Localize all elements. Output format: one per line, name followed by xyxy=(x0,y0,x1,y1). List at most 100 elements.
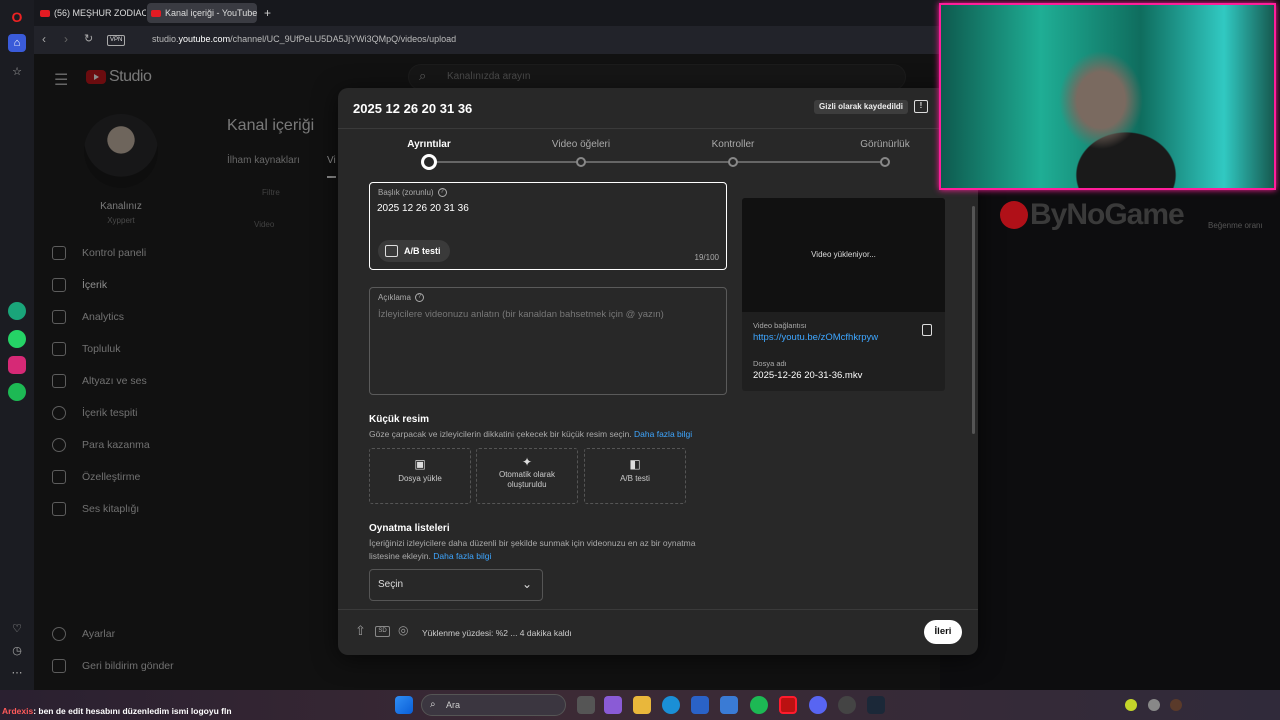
upload-status: Yüklenme yüzdesi: %2 ... 4 dakika kaldı xyxy=(422,628,572,638)
home-icon[interactable]: ⌂ xyxy=(8,34,26,52)
ab-test-button[interactable]: A/B testi xyxy=(378,240,450,262)
tray-icon[interactable] xyxy=(1125,699,1137,711)
title-field-label: Başlık (zorunlu) ? xyxy=(378,188,447,197)
playlists-desc-line2: listesine ekleyin. xyxy=(369,551,431,561)
task-view-icon[interactable] xyxy=(577,696,595,714)
windows-start-icon[interactable] xyxy=(395,696,413,714)
thumbnail-learn-more-link[interactable]: Daha fazla bilgi xyxy=(634,429,692,439)
bynogame-watermark: ByNoGame xyxy=(1000,198,1185,232)
mail-icon[interactable] xyxy=(720,696,738,714)
webcam-overlay xyxy=(939,3,1276,190)
playlists-desc-line1: İçeriğinizi izleyicilere daha düzenli bi… xyxy=(369,538,696,548)
taskbar-search[interactable]: ⌕ Ara xyxy=(421,694,566,716)
upload-dialog: 2025 12 26 20 31 36 Gizli olarak kaydedi… xyxy=(338,88,978,655)
chat-username: Ardexis xyxy=(2,706,34,716)
tray-icon[interactable] xyxy=(1148,699,1160,711)
check-circle-icon: ◎ xyxy=(398,623,409,637)
address-bar: ‹ › ↻ VPN studio.youtube.com/channel/UC_… xyxy=(34,26,940,54)
step-details[interactable]: Ayrıntılar xyxy=(407,139,451,150)
step-visibility[interactable]: Görünürlük xyxy=(860,139,909,150)
playlist-select-value: Seçin xyxy=(378,579,404,590)
title-input[interactable]: 2025 12 26 20 31 36 xyxy=(377,203,469,214)
file-name-label: Dosya adı xyxy=(753,359,787,368)
saved-status-badge: Gizli olarak kaydedildi xyxy=(814,100,909,114)
brand-text: ByNoGame xyxy=(1030,198,1185,231)
step-video-elements[interactable]: Video öğeleri xyxy=(552,139,610,150)
opera-icon[interactable] xyxy=(779,696,797,714)
url-field[interactable]: studio.youtube.com/channel/UC_9UfPeLU5DA… xyxy=(152,34,456,44)
store-icon[interactable] xyxy=(691,696,709,714)
step-dot-video-elements[interactable] xyxy=(576,157,586,167)
thumbnail-ab-option[interactable]: ◧ A/B testi xyxy=(584,448,686,504)
thumbnail-upload-option[interactable]: ▣ Dosya yükle xyxy=(369,448,471,504)
bynogame-logo-icon xyxy=(1000,201,1028,229)
title-char-counter: 19/100 xyxy=(694,253,719,262)
playlists-section-title: Oynatma listeleri xyxy=(369,523,450,534)
forward-icon[interactable]: › xyxy=(64,32,68,46)
tab-label: (56) MEŞHUR ZODIAC VA xyxy=(54,8,146,18)
description-placeholder: İzleyicilere videonuzu anlatın (bir kana… xyxy=(378,309,664,320)
thumbnail-auto-option[interactable]: ✦ Otomatik olarak oluşturuldu xyxy=(476,448,578,504)
dialog-scrollbar[interactable] xyxy=(972,206,975,434)
edge-icon[interactable] xyxy=(662,696,680,714)
chat-text: : ben de edit hesabını düzenledim ismi l… xyxy=(33,706,232,716)
feedback-icon[interactable]: ! xyxy=(914,100,928,113)
dialog-footer: ⇧ SD ◎ Yüklenme yüzdesi: %2 ... 4 dakika… xyxy=(338,610,978,655)
header-divider xyxy=(338,128,978,129)
tab-kanal-icerigi[interactable]: Kanal içeriği - YouTube St xyxy=(147,3,257,23)
instagram-icon[interactable] xyxy=(8,356,26,374)
ab-test-icon: ◧ xyxy=(629,457,641,471)
next-button[interactable]: İleri xyxy=(924,620,962,644)
whatsapp-icon[interactable] xyxy=(8,330,26,348)
opera-logo-icon[interactable]: O xyxy=(8,8,26,26)
widgets-icon[interactable] xyxy=(604,696,622,714)
playlist-select[interactable]: Seçin ⌄ xyxy=(369,569,543,601)
file-name: 2025-12-26 20-31-36.mkv xyxy=(753,370,863,381)
upload-stepper: Ayrıntılar Video öğeleri Kontroller Görü… xyxy=(338,136,978,176)
title-label-text: Başlık (zorunlu) xyxy=(378,188,434,197)
obs-icon[interactable] xyxy=(838,696,856,714)
heart-icon[interactable]: ♡ xyxy=(8,619,26,637)
star-icon[interactable]: ☆ xyxy=(8,62,26,80)
image-upload-icon: ▣ xyxy=(414,457,426,471)
back-icon[interactable]: ‹ xyxy=(42,32,46,46)
tray-icon[interactable] xyxy=(1170,699,1182,711)
new-tab-button[interactable]: + xyxy=(260,3,276,23)
tab-label: Kanal içeriği - YouTube St xyxy=(165,8,257,18)
opera-sidebar: O ⌂ ☆ ♡ ◷ ⋯ xyxy=(0,0,34,690)
title-field[interactable]: Başlık (zorunlu) ? 2025 12 26 20 31 36 A… xyxy=(369,182,727,270)
spotify-icon[interactable] xyxy=(8,383,26,401)
tab-meshur-zodiac[interactable]: (56) MEŞHUR ZODIAC VA xyxy=(36,3,146,23)
history-icon[interactable]: ◷ xyxy=(8,641,26,659)
discord-icon[interactable] xyxy=(809,696,827,714)
vpn-badge[interactable]: VPN xyxy=(107,35,126,46)
video-link-label: Video bağlantısı xyxy=(753,321,807,330)
copy-icon[interactable] xyxy=(922,324,932,336)
file-explorer-icon[interactable] xyxy=(633,696,651,714)
step-dot-details[interactable] xyxy=(421,154,437,170)
url-host: youtube.com xyxy=(178,34,231,44)
help-icon[interactable]: ? xyxy=(437,188,447,197)
step-dot-visibility[interactable] xyxy=(880,157,890,167)
search-icon: ⌕ xyxy=(430,699,436,710)
more-icon[interactable]: ⋯ xyxy=(8,663,26,681)
step-dot-checks[interactable] xyxy=(728,157,738,167)
ab-test-label: A/B testi xyxy=(404,246,441,256)
description-field[interactable]: Açıklama ? İzleyicilere videonuzu anlatı… xyxy=(369,287,727,395)
playlists-learn-more-link[interactable]: Daha fazla bilgi xyxy=(433,551,491,561)
steam-icon[interactable] xyxy=(867,696,885,714)
video-link[interactable]: https://youtu.be/zOMcfhkrpyw xyxy=(753,332,878,343)
youtube-icon xyxy=(151,9,161,17)
sd-badge: SD xyxy=(375,626,390,637)
description-label-text: Açıklama xyxy=(378,293,411,302)
windows-taskbar: Ardexis: ben de edit hesabını düzenledim… xyxy=(0,690,1280,720)
tab-bar: (56) MEŞHUR ZODIAC VA Kanal içeriği - Yo… xyxy=(34,0,940,26)
help-icon[interactable]: ? xyxy=(414,293,424,302)
dialog-title: 2025 12 26 20 31 36 xyxy=(353,101,473,116)
spotify-icon[interactable] xyxy=(750,696,768,714)
chatgpt-icon[interactable] xyxy=(8,302,26,320)
sparkle-icon: ✦ xyxy=(521,455,533,469)
step-checks[interactable]: Kontroller xyxy=(712,139,755,150)
reload-icon[interactable]: ↻ xyxy=(84,32,93,45)
youtube-icon xyxy=(40,9,50,17)
